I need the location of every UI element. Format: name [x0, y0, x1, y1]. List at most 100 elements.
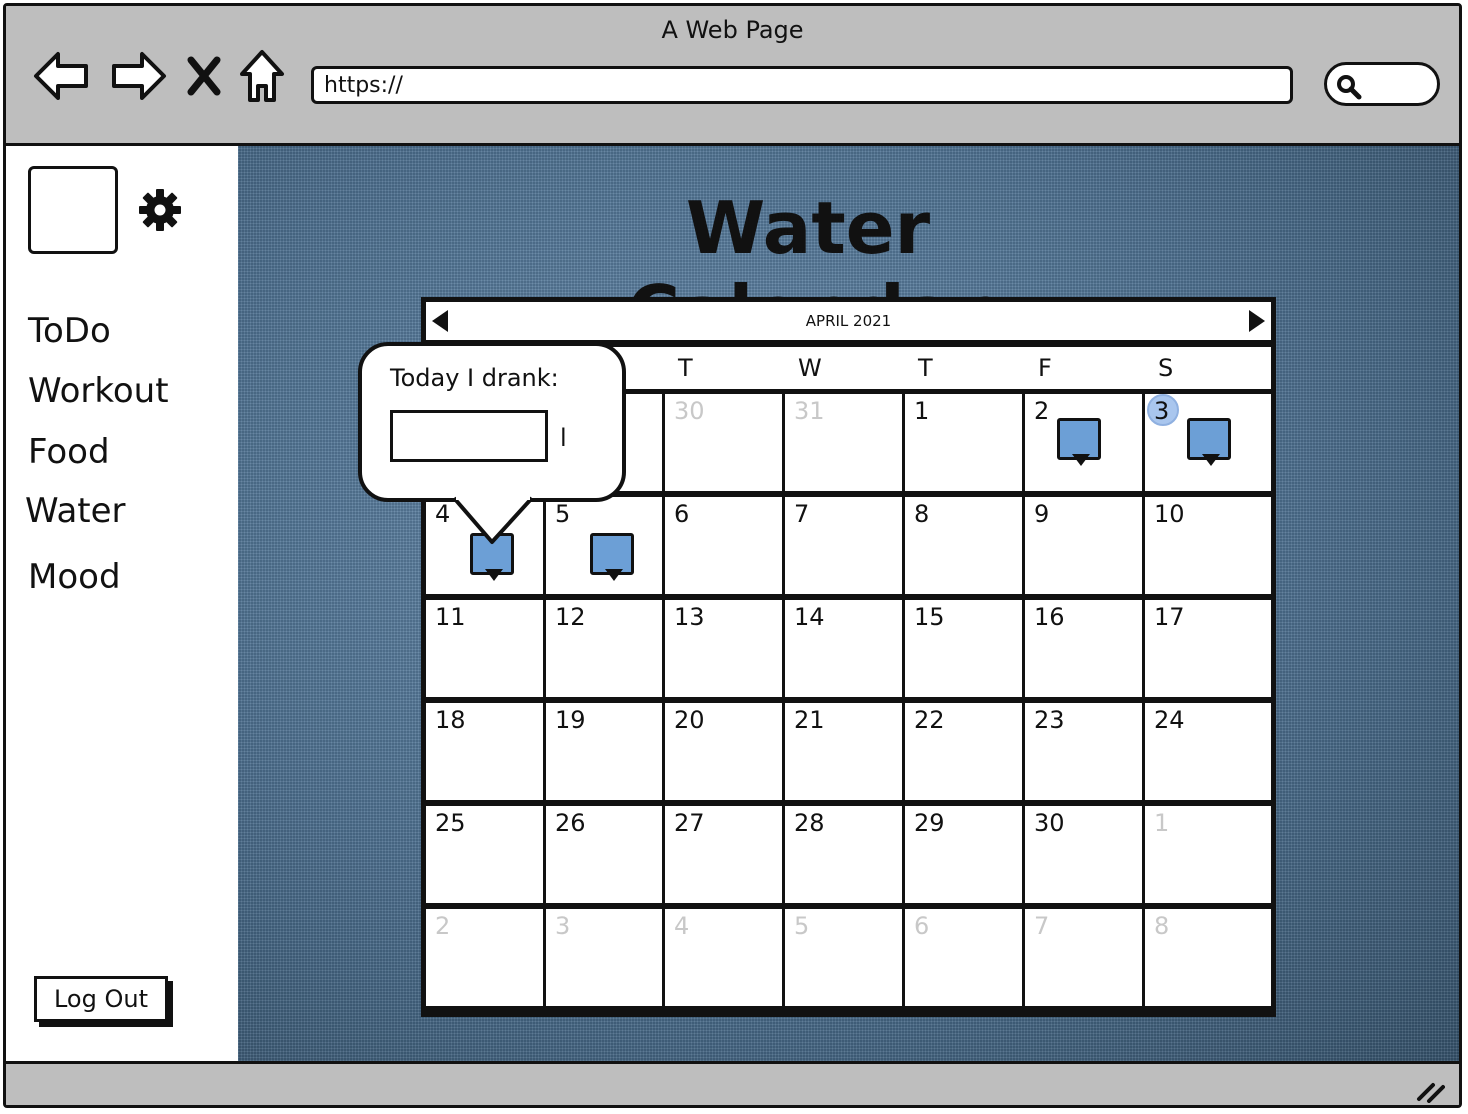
day-number: 16 [1034, 603, 1065, 631]
calendar-day-cell[interactable]: 13 [665, 600, 782, 697]
calendar-day-cell[interactable]: 21 [785, 703, 902, 800]
search-field[interactable] [1324, 62, 1440, 106]
sidebar-item-todo[interactable]: ToDo [28, 311, 111, 351]
day-number: 12 [555, 603, 586, 631]
weekday-label: S [1158, 354, 1174, 382]
calendar-day-cell[interactable]: 30 [665, 394, 782, 491]
unit-label: l [560, 424, 567, 452]
calendar-day-cell[interactable]: 16 [1025, 600, 1142, 697]
day-number: 20 [674, 706, 705, 734]
water-cup-icon[interactable] [1187, 418, 1231, 466]
day-number: 24 [1154, 706, 1185, 734]
calendar-day-cell[interactable]: 26 [546, 806, 662, 903]
day-number: 30 [1034, 809, 1065, 837]
stop-x-icon[interactable] [184, 46, 224, 106]
calendar-day-cell[interactable]: 10 [1145, 497, 1271, 594]
calendar-day-cell[interactable]: 6 [665, 497, 782, 594]
calendar-day-cell[interactable]: 2 [1025, 394, 1142, 491]
calendar-day-cell[interactable]: 8 [1145, 909, 1271, 1006]
calendar-day-cell[interactable]: 18 [426, 703, 543, 800]
gear-icon[interactable] [138, 188, 182, 236]
day-number: 3 [555, 912, 571, 940]
day-number: 14 [794, 603, 825, 631]
avatar[interactable] [28, 166, 118, 254]
calendar-day-cell[interactable]: 12 [546, 600, 662, 697]
search-icon [1337, 75, 1362, 100]
calendar-day-cell[interactable]: 6 [905, 909, 1022, 1006]
water-cup-icon[interactable] [590, 533, 634, 581]
day-number: 6 [914, 912, 930, 940]
day-number: 7 [794, 500, 810, 528]
weekday-label: T [678, 354, 693, 382]
address-bar-text: https:// [324, 73, 403, 98]
forward-arrow-icon[interactable] [106, 46, 170, 106]
calendar-day-cell[interactable]: 25 [426, 806, 543, 903]
day-number: 1 [914, 397, 930, 425]
day-number: 26 [555, 809, 586, 837]
water-cup-icon[interactable] [1057, 418, 1101, 466]
day-number: 17 [1154, 603, 1185, 631]
next-month-icon[interactable] [1249, 310, 1265, 332]
calendar-day-cell[interactable]: 11 [426, 600, 543, 697]
sidebar-item-workout[interactable]: Workout [28, 371, 169, 411]
calendar-day-cell[interactable]: 15 [905, 600, 1022, 697]
day-number: 9 [1034, 500, 1050, 528]
browser-toolbar: A Web Page https:// [6, 6, 1459, 146]
water-entry-popover: Today I drank: l [358, 342, 626, 502]
sidebar-item-mood[interactable]: Mood [28, 557, 121, 597]
calendar-day-cell[interactable]: 14 [785, 600, 902, 697]
calendar-day-cell[interactable]: 1 [1145, 806, 1271, 903]
water-amount-input[interactable] [390, 410, 548, 462]
home-icon[interactable] [234, 46, 290, 106]
day-number: 18 [435, 706, 466, 734]
calendar-day-cell[interactable]: 17 [1145, 600, 1271, 697]
day-number: 4 [435, 500, 451, 528]
day-number: 6 [674, 500, 690, 528]
address-bar[interactable]: https:// [311, 66, 1293, 104]
day-number: 11 [435, 603, 466, 631]
calendar-day-cell[interactable]: 3 [546, 909, 662, 1006]
calendar-day-cell[interactable]: 31 [785, 394, 902, 491]
calendar-day-cell[interactable]: 7 [1025, 909, 1142, 1006]
calendar-day-cell[interactable]: 30 [1025, 806, 1142, 903]
day-number: 21 [794, 706, 825, 734]
calendar-day-cell[interactable]: 20 [665, 703, 782, 800]
calendar-day-cell[interactable]: 5 [546, 497, 662, 594]
day-number: 31 [794, 397, 825, 425]
calendar-day-cell[interactable]: 9 [1025, 497, 1142, 594]
day-number: 29 [914, 809, 945, 837]
popover-label: Today I drank: [390, 364, 559, 392]
calendar-day-cell[interactable]: 4 [665, 909, 782, 1006]
calendar-day-cell[interactable]: 7 [785, 497, 902, 594]
day-number: 8 [1154, 912, 1170, 940]
calendar-day-cell[interactable]: 2 [426, 909, 543, 1006]
calendar-day-cell[interactable]: 23 [1025, 703, 1142, 800]
day-number: 13 [674, 603, 705, 631]
calendar-day-cell[interactable]: 5 [785, 909, 902, 1006]
calendar-day-cell[interactable]: 27 [665, 806, 782, 903]
day-number: 5 [794, 912, 810, 940]
calendar-day-cell[interactable]: 22 [905, 703, 1022, 800]
sidebar-item-food[interactable]: Food [28, 432, 110, 472]
calendar-day-cell[interactable]: 8 [905, 497, 1022, 594]
calendar-day-cell[interactable]: 29 [905, 806, 1022, 903]
day-number: 23 [1034, 706, 1065, 734]
calendar-day-cell[interactable]: 28 [785, 806, 902, 903]
day-number: 4 [674, 912, 690, 940]
weekday-label: T [918, 354, 933, 382]
day-number: 3 [1154, 397, 1170, 425]
calendar-month-label: APRIL 2021 [805, 312, 892, 330]
calendar-day-cell[interactable]: 3 [1145, 394, 1271, 491]
calendar-day-cell[interactable]: 1 [905, 394, 1022, 491]
sidebar-item-water[interactable]: Water [25, 491, 126, 531]
day-number: 15 [914, 603, 945, 631]
calendar-day-cell[interactable]: 19 [546, 703, 662, 800]
logout-button[interactable]: Log Out [34, 976, 168, 1022]
day-number: 1 [1154, 809, 1170, 837]
day-number: 19 [555, 706, 586, 734]
resize-grip-icon[interactable] [1415, 1081, 1445, 1103]
day-number: 28 [794, 809, 825, 837]
day-number: 2 [435, 912, 451, 940]
calendar-day-cell[interactable]: 24 [1145, 703, 1271, 800]
back-arrow-icon[interactable] [30, 46, 94, 106]
